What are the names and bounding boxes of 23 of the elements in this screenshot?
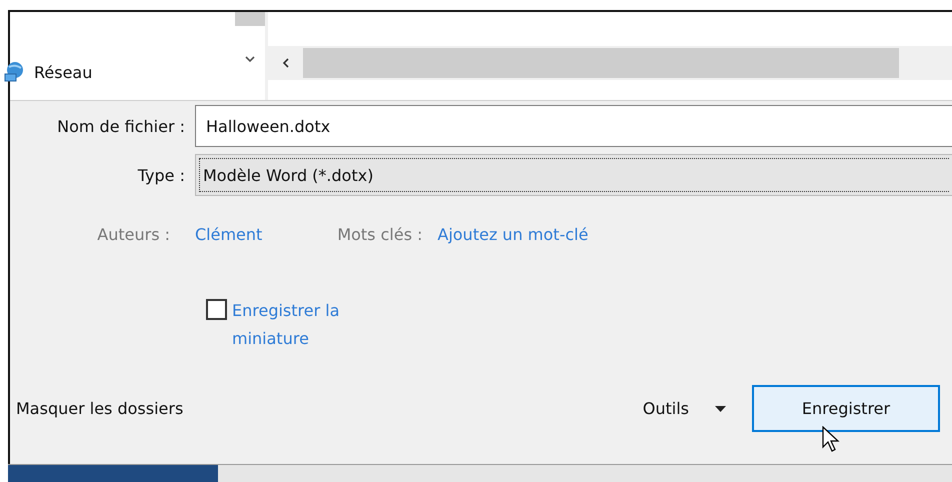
scrollbar-thumb[interactable] <box>235 12 265 26</box>
authors-value[interactable]: Clément <box>195 224 262 244</box>
checkbox[interactable] <box>206 299 227 320</box>
nav-item[interactable]: Réseau <box>4 58 235 86</box>
file-name-field[interactable]: Halloween.dotx <box>195 105 952 147</box>
horizontal-scrollbar[interactable] <box>268 46 952 80</box>
scrollbar-thumb[interactable] <box>303 48 899 78</box>
chevron-left-icon[interactable] <box>282 58 289 68</box>
taskbar-app[interactable] <box>8 465 218 482</box>
save-button[interactable]: Enregistrer <box>752 385 940 432</box>
type-dropdown[interactable]: Modèle Word (*.dotx) <box>195 154 952 196</box>
checkbox-label[interactable]: Enregistrer la miniature <box>232 297 382 353</box>
hide-folders-link[interactable]: Masquer les dossiers <box>16 399 184 418</box>
caret-icon <box>715 406 726 412</box>
network-icon <box>4 61 26 83</box>
keywords-field[interactable]: Ajoutez un mot-clé <box>438 224 588 244</box>
tools-menu-button[interactable]: Outils <box>642 399 726 418</box>
field-label: Mots clés : <box>337 224 422 244</box>
field-label: Type : <box>136 166 186 184</box>
chevron-down-icon[interactable] <box>245 56 255 63</box>
cursor-icon <box>822 426 840 452</box>
field-label: Auteurs : <box>96 224 171 244</box>
field-label: Nom de fichier : <box>56 116 186 136</box>
